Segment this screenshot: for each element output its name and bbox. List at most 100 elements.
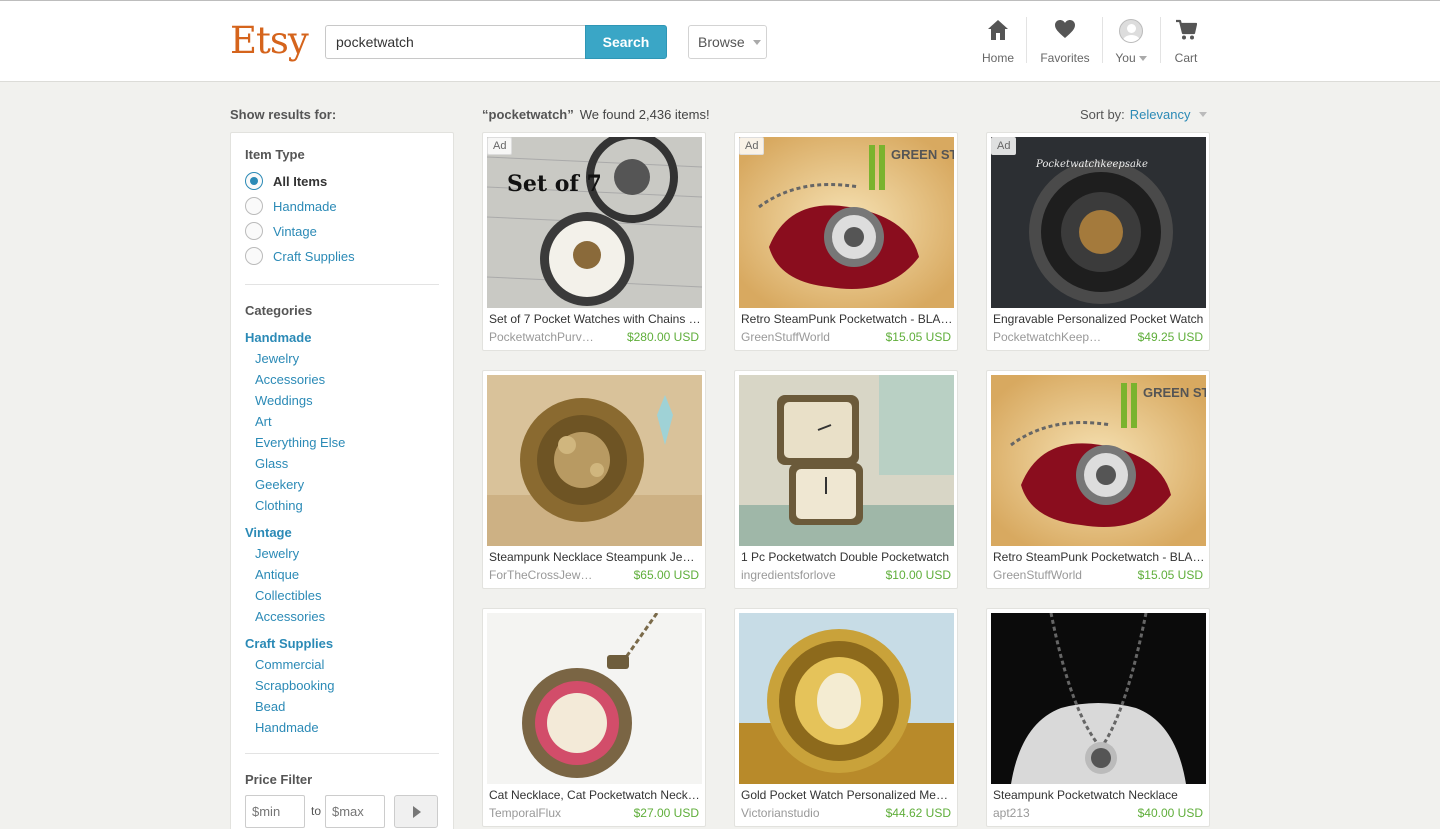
listing-image[interactable]: GREEN STUFF WORLD	[991, 375, 1206, 546]
category-link[interactable]: Art	[255, 414, 272, 429]
category-link[interactable]: Accessories	[255, 609, 325, 624]
listing-title[interactable]: Cat Necklace, Cat Pocketwatch Necklace	[489, 788, 701, 802]
listing-image[interactable]: Pocketwatchkeepsake	[991, 137, 1206, 308]
category-link[interactable]: Scrapbooking	[255, 678, 335, 693]
sort-value[interactable]: Relevancy	[1130, 107, 1191, 122]
listing-title[interactable]: Steampunk Necklace Steampunk Jewelry	[489, 550, 701, 564]
nav-cart-label: Cart	[1174, 51, 1198, 65]
listing-title[interactable]: Retro SteamPunk Pocketwatch - BLACK	[993, 550, 1205, 564]
nav-favorites-label: Favorites	[1040, 51, 1090, 65]
listing-card[interactable]: Gold Pocket Watch Personalized Mechanica…	[734, 608, 958, 827]
listing-shop[interactable]: Victorianstudio	[741, 806, 851, 820]
filter-sidebar: Item Type All Items Handmade Vintage Cra…	[230, 132, 454, 829]
category-link[interactable]: Jewelry	[255, 546, 299, 561]
item-type-vintage[interactable]: Vintage	[245, 222, 317, 240]
browse-label: Browse	[698, 34, 745, 50]
listing-shop[interactable]: PocketwatchPurveyor	[489, 330, 599, 344]
sort-control[interactable]: Sort by: Relevancy	[1080, 107, 1207, 122]
listing-shop[interactable]: ForTheCrossJewelry	[489, 568, 599, 582]
browse-dropdown[interactable]: Browse	[688, 25, 767, 59]
category-link[interactable]: Accessories	[255, 372, 325, 387]
listing-image[interactable]	[739, 375, 954, 546]
listing-image[interactable]	[739, 613, 954, 784]
price-submit-button[interactable]	[394, 795, 438, 828]
results-summary: “pocketwatch” We found 2,436 items!	[482, 107, 710, 122]
listing-card[interactable]: Cat Necklace, Cat Pocketwatch Necklace T…	[482, 608, 706, 827]
radio[interactable]	[245, 197, 263, 215]
category-link[interactable]: Jewelry	[255, 351, 299, 366]
category-link[interactable]: Antique	[255, 567, 299, 582]
chevron-down-icon	[1138, 56, 1147, 61]
price-min-input[interactable]	[245, 795, 305, 828]
category-craft-supplies[interactable]: Craft Supplies	[245, 636, 333, 651]
home-icon	[988, 20, 1008, 40]
category-link[interactable]: Clothing	[255, 498, 303, 513]
sort-label: Sort by:	[1080, 107, 1125, 122]
category-link[interactable]: Bead	[255, 699, 285, 714]
cart-icon	[1176, 19, 1197, 40]
item-type-label: Vintage	[273, 223, 317, 239]
listing-shop[interactable]: apt213	[993, 806, 1103, 820]
ad-badge: Ad	[487, 137, 513, 155]
listing-card[interactable]: Pocketwatchkeepsake Ad Engravable Person…	[986, 132, 1210, 351]
listing-card[interactable]: GREEN STUFF WORLD Ad Retro SteamPunk Poc…	[734, 132, 958, 351]
category-link[interactable]: Everything Else	[255, 435, 345, 450]
nav-divider	[1026, 17, 1027, 63]
listing-image[interactable]	[487, 613, 702, 784]
listing-title[interactable]: Engravable Personalized Pocket Watch	[993, 312, 1205, 326]
nav-you[interactable]: You	[1112, 19, 1150, 65]
listing-card[interactable]: Set of 7 Ad Set of 7 Pocket Watches with…	[482, 132, 706, 351]
price-to-label: to	[311, 804, 322, 818]
listing-image[interactable]: GREEN STUFF WORLD	[739, 137, 954, 308]
item-type-label: Craft Supplies	[273, 248, 355, 264]
item-type-title: Item Type	[245, 147, 305, 162]
chevron-down-icon	[1198, 112, 1207, 117]
nav-favorites[interactable]: Favorites	[1036, 19, 1094, 65]
search-query: “pocketwatch”	[482, 107, 574, 122]
radio[interactable]	[245, 222, 263, 240]
item-type-all[interactable]: All Items	[245, 172, 327, 190]
divider	[245, 753, 439, 754]
categories-title: Categories	[245, 303, 313, 318]
search-button[interactable]: Search	[585, 25, 667, 59]
listing-card[interactable]: Steampunk Pocketwatch Necklace apt213 $4…	[986, 608, 1210, 827]
item-type-label: All Items	[273, 173, 328, 189]
listing-price: $27.00 USD	[633, 806, 699, 820]
category-link[interactable]: Glass	[255, 456, 288, 471]
category-link[interactable]: Handmade	[255, 720, 319, 735]
item-type-craft-supplies[interactable]: Craft Supplies	[245, 247, 355, 265]
listing-card[interactable]: GREEN STUFF WORLD Retro SteamPunk Pocket…	[986, 370, 1210, 589]
nav-cart[interactable]: Cart	[1170, 19, 1202, 65]
etsy-logo[interactable]: Etsy	[230, 19, 309, 63]
listing-image[interactable]	[487, 375, 702, 546]
category-vintage[interactable]: Vintage	[245, 525, 292, 540]
nav-home[interactable]: Home	[980, 19, 1016, 65]
radio-selected[interactable]	[245, 172, 263, 190]
listing-shop[interactable]: PocketwatchKeepsake	[993, 330, 1103, 344]
listing-card[interactable]: 1 Pc Pocketwatch Double Pocketwatch ingr…	[734, 370, 958, 589]
listing-price: $10.00 USD	[885, 568, 951, 582]
search-input[interactable]	[325, 25, 585, 59]
listing-title[interactable]: Steampunk Pocketwatch Necklace	[993, 788, 1205, 802]
category-link[interactable]: Geekery	[255, 477, 304, 492]
listing-shop[interactable]: GreenStuffWorld	[741, 330, 851, 344]
category-link[interactable]: Commercial	[255, 657, 324, 672]
listing-card[interactable]: Steampunk Necklace Steampunk Jewelry For…	[482, 370, 706, 589]
listing-shop[interactable]: ingredientsforlove	[741, 568, 851, 582]
listing-title[interactable]: 1 Pc Pocketwatch Double Pocketwatch	[741, 550, 953, 564]
price-max-input[interactable]	[325, 795, 385, 828]
listing-title[interactable]: Retro SteamPunk Pocketwatch - BLACK	[741, 312, 953, 326]
category-handmade[interactable]: Handmade	[245, 330, 311, 345]
item-type-handmade[interactable]: Handmade	[245, 197, 337, 215]
heart-icon	[1055, 20, 1075, 38]
listing-shop[interactable]: GreenStuffWorld	[993, 568, 1103, 582]
listing-image[interactable]	[991, 613, 1206, 784]
listing-shop[interactable]: TemporalFlux	[489, 806, 599, 820]
category-link[interactable]: Collectibles	[255, 588, 321, 603]
listing-title[interactable]: Gold Pocket Watch Personalized Mechanica…	[741, 788, 953, 802]
listing-title[interactable]: Set of 7 Pocket Watches with Chains Stea…	[489, 312, 701, 326]
listing-image[interactable]: Set of 7	[487, 137, 702, 308]
radio[interactable]	[245, 247, 263, 265]
nav-you-label: You	[1115, 51, 1136, 65]
category-link[interactable]: Weddings	[255, 393, 313, 408]
